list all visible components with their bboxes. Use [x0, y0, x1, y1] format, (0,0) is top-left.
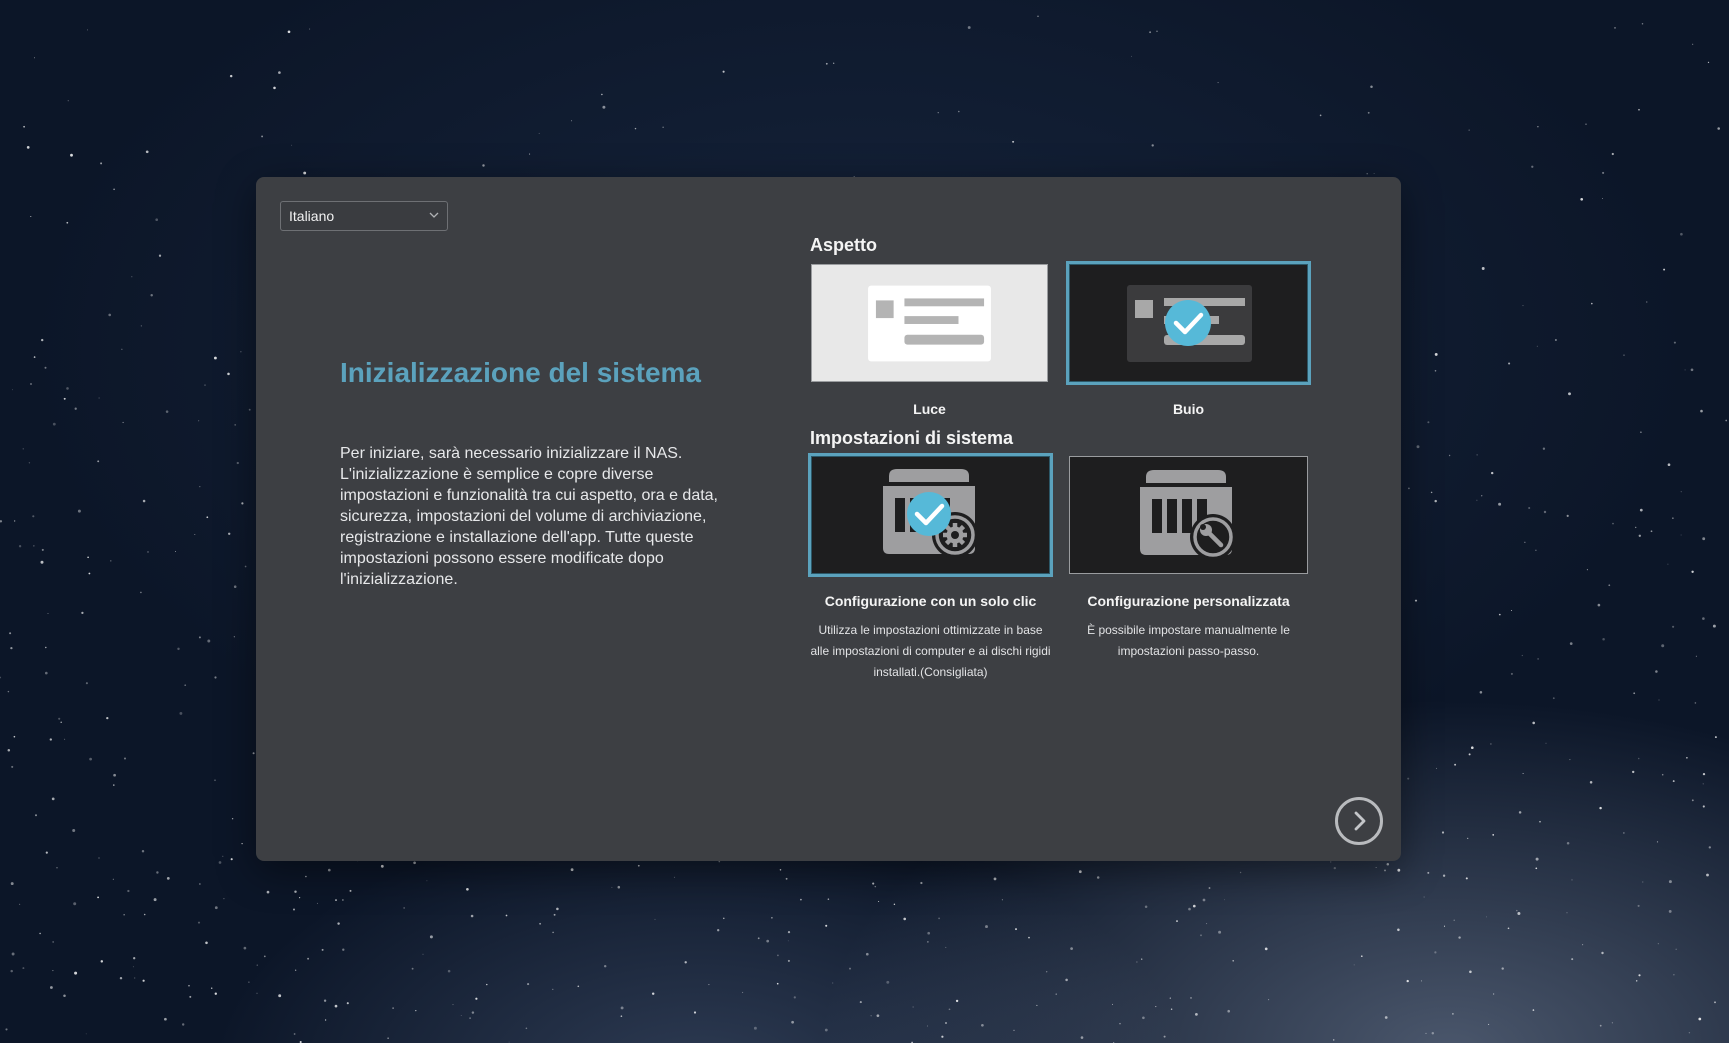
theme-option-dark[interactable]: [1066, 261, 1311, 385]
page-title: Inizializzazione del sistema: [340, 357, 702, 388]
setup-option-custom[interactable]: [1069, 456, 1308, 574]
setup-option-one-click-label: Configurazione con un solo clic: [824, 593, 1037, 609]
setup-option-custom-label: Configurazione personalizzata: [1087, 593, 1290, 609]
language-select-value: Italiano: [289, 208, 335, 224]
theme-option-light-label: Luce: [913, 401, 946, 417]
appearance-heading: Aspetto: [810, 235, 877, 255]
chevron-right-icon: [1354, 811, 1366, 831]
nas-wrench-icon: [1140, 470, 1236, 560]
setup-option-custom-description: È possibile impostare manualmente le imp…: [1087, 623, 1290, 658]
system-settings-heading: Impostazioni di sistema: [810, 428, 1014, 448]
next-button[interactable]: [1335, 797, 1383, 845]
check-circle-icon: [907, 492, 951, 536]
check-circle-icon: [1165, 300, 1211, 346]
chevron-down-icon: [429, 212, 439, 218]
theme-option-light[interactable]: [811, 264, 1048, 382]
nas-gear-icon: [883, 469, 978, 558]
setup-option-one-click-description: Utilizza le impostazioni ottimizzate in …: [810, 623, 1051, 679]
dark-theme-icon: [1127, 285, 1252, 362]
language-select[interactable]: Italiano: [280, 201, 448, 231]
setup-option-one-click[interactable]: [808, 453, 1053, 577]
theme-option-dark-label: Buio: [1172, 401, 1205, 417]
intro-text: Per iniziare, sarà necessario inizializz…: [340, 445, 718, 588]
light-theme-icon: [868, 285, 991, 362]
setup-panel: Italiano Inizializzazione del sistema Pe…: [256, 177, 1401, 861]
